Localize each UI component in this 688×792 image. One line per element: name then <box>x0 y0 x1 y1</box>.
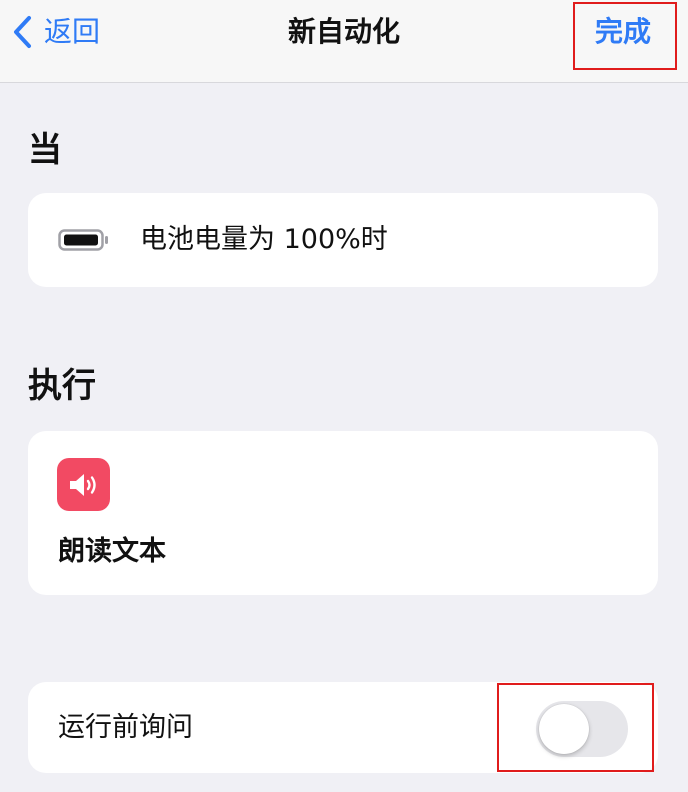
action-card[interactable]: 朗读文本 <box>28 431 658 595</box>
page-title: 新自动化 <box>287 15 400 48</box>
battery-icon <box>58 229 110 251</box>
speaker-icon <box>57 458 110 511</box>
trigger-label: 电池电量为 100%时 <box>140 224 388 255</box>
ask-before-running-row: 运行前询问 <box>28 682 658 773</box>
do-section-title: 执行 <box>28 366 96 406</box>
ask-before-running-label: 运行前询问 <box>58 712 193 743</box>
toggle-knob <box>539 704 589 754</box>
action-label: 朗读文本 <box>58 536 166 567</box>
ask-before-running-toggle[interactable] <box>536 701 628 757</box>
when-section-title: 当 <box>28 130 62 170</box>
navigation-bar: 返回 新自动化 完成 <box>0 0 688 83</box>
trigger-card[interactable]: 电池电量为 100%时 <box>28 193 658 287</box>
done-button[interactable]: 完成 <box>595 14 651 50</box>
